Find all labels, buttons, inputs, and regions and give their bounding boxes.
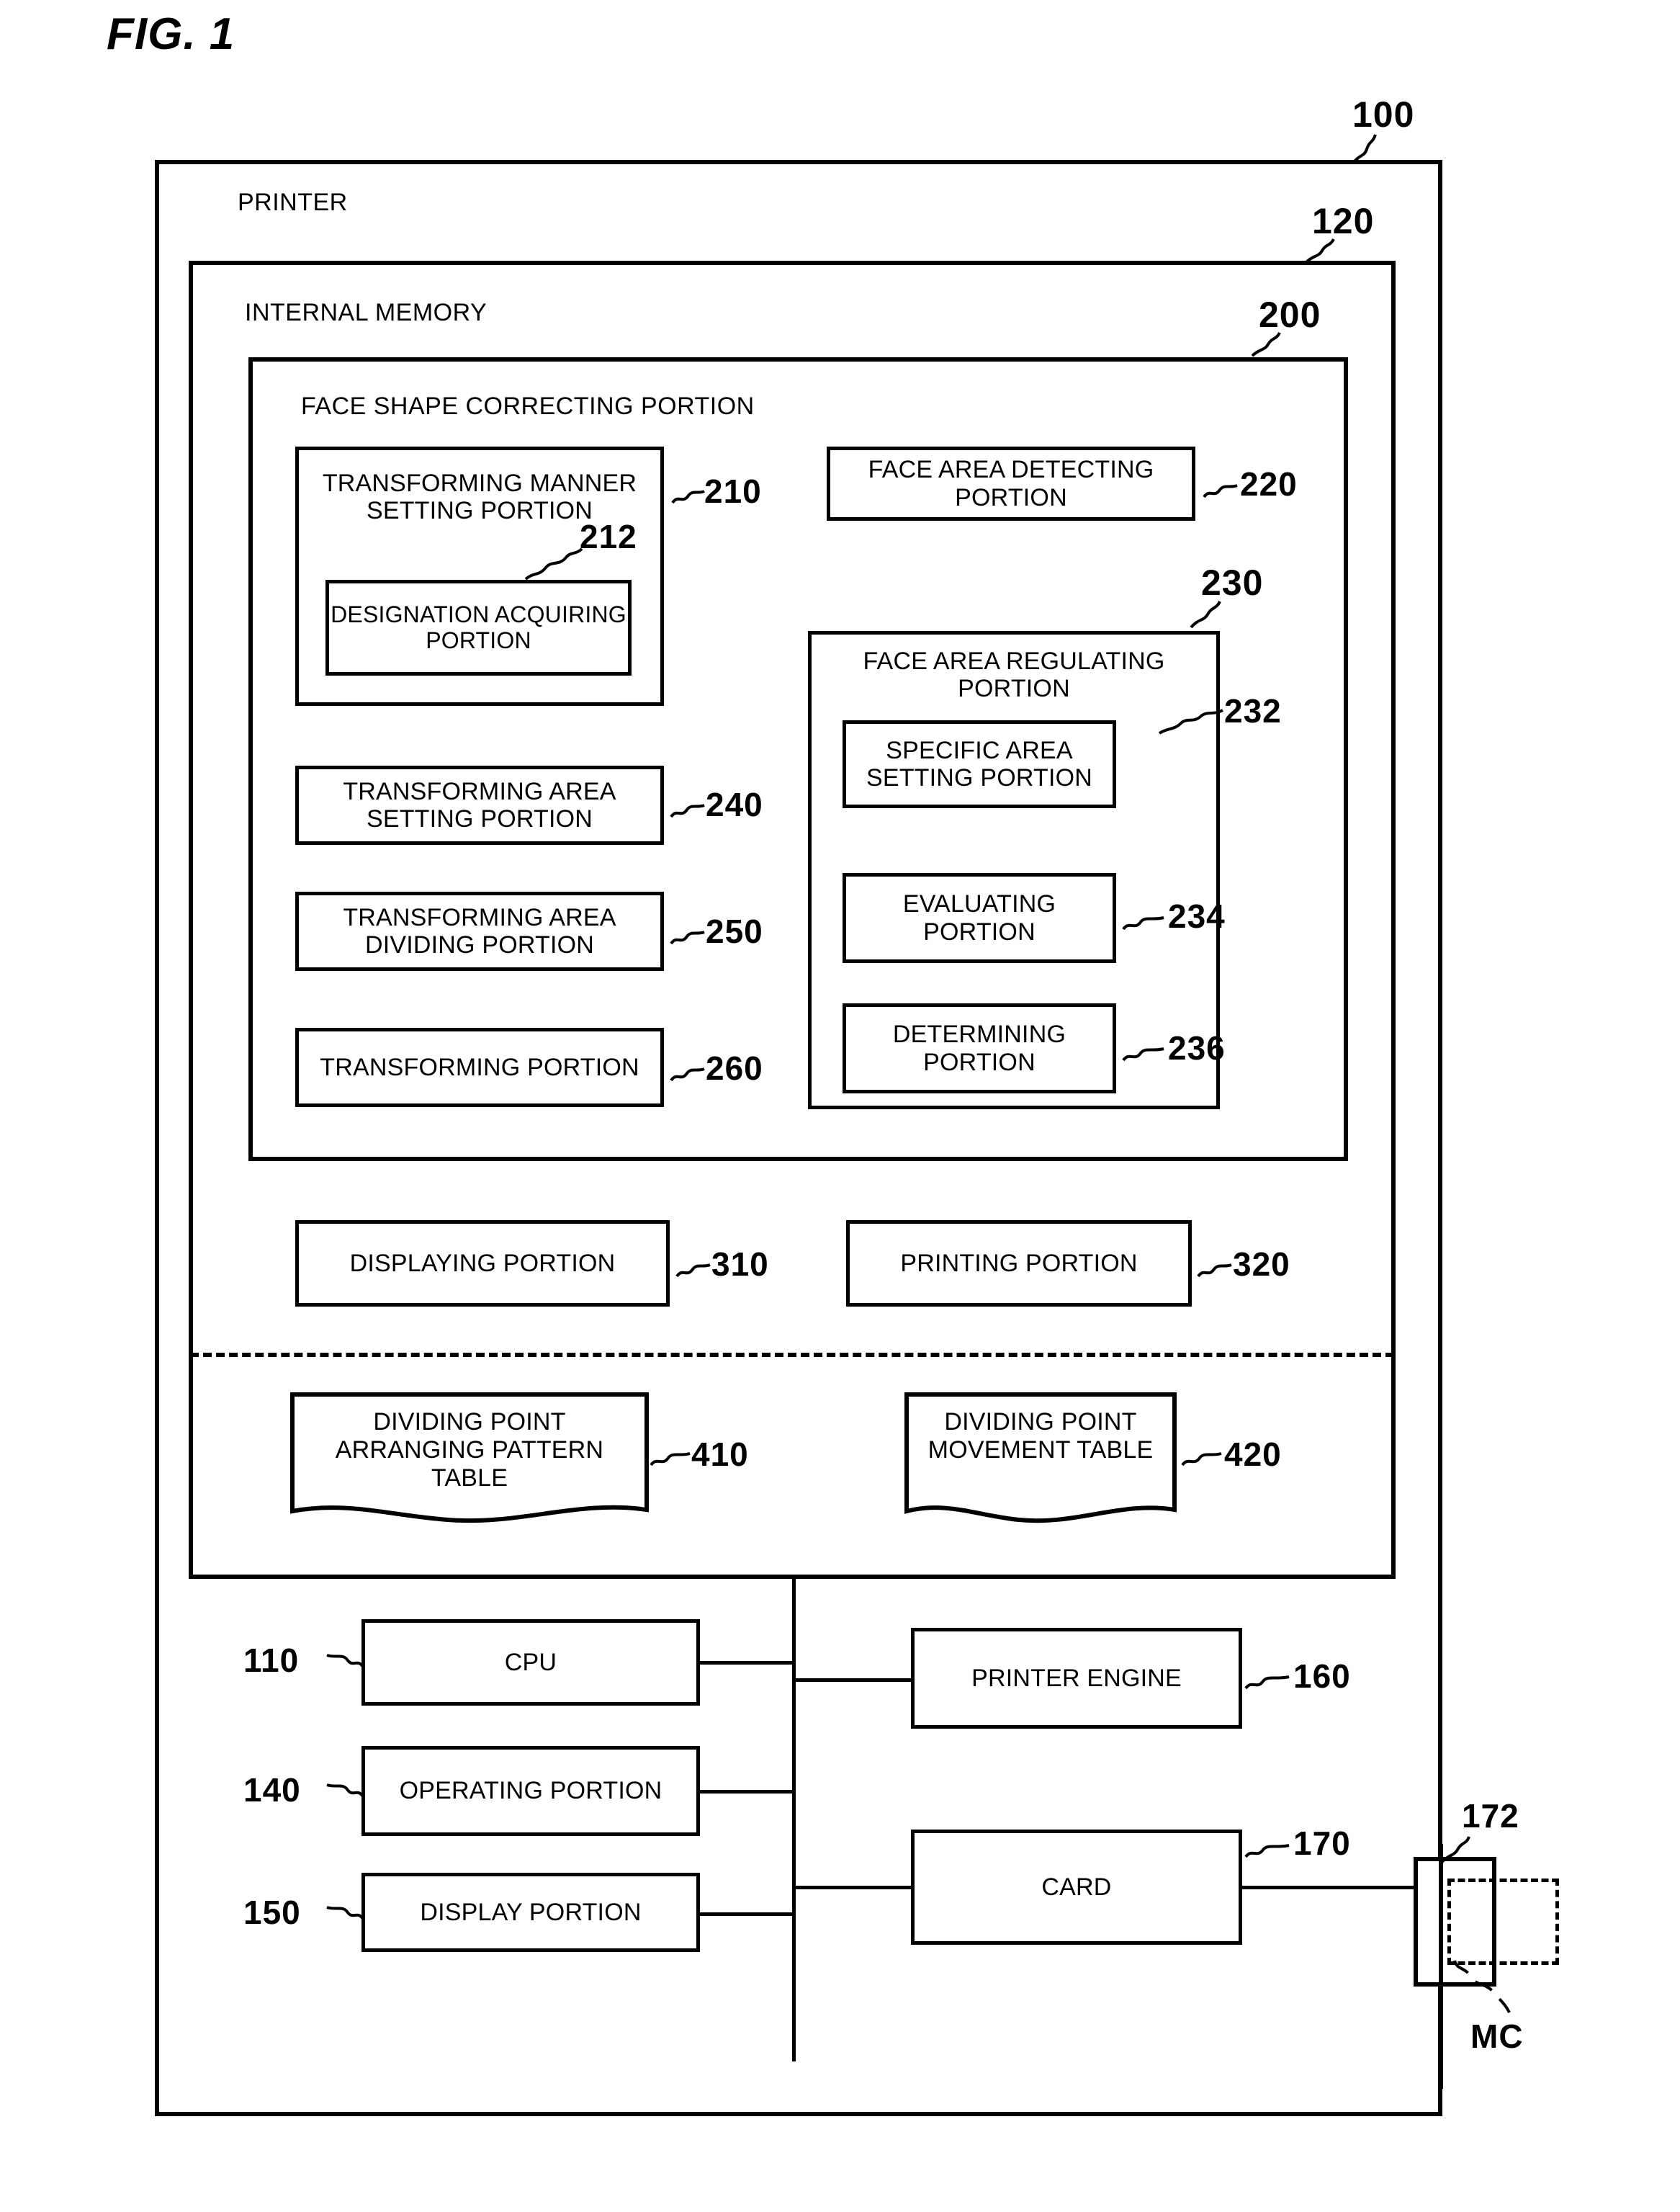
ref-410: 410 <box>691 1436 749 1473</box>
leader-310 <box>675 1261 713 1284</box>
printing-portion-label: PRINTING PORTION <box>900 1249 1138 1277</box>
printer-engine-bus-connector <box>792 1678 915 1682</box>
leader-mc <box>1452 1959 1514 2017</box>
transforming-area-dividing-portion-label: TRANSFORMING AREA DIVIDING PORTION <box>343 903 616 959</box>
designation-acquiring-portion-label: DESIGNATION ACQUIRING PORTION <box>331 601 626 653</box>
ref-200: 200 <box>1259 295 1321 335</box>
dividing-point-arranging-pattern-table-label: DIVIDING POINT ARRANGING PATTERN TABLE <box>335 1408 604 1492</box>
ref-220: 220 <box>1240 465 1298 503</box>
leader-160 <box>1244 1673 1292 1696</box>
ref-240: 240 <box>706 786 763 823</box>
ref-232: 232 <box>1224 692 1282 730</box>
card-label: CARD <box>1041 1873 1112 1901</box>
ref-210: 210 <box>704 473 762 510</box>
leader-320 <box>1197 1261 1234 1284</box>
leader-120 <box>1296 238 1341 268</box>
face-area-detecting-portion-label: FACE AREA DETECTING PORTION <box>868 456 1154 511</box>
ref-150: 150 <box>243 1894 301 1931</box>
cpu-bus-connector <box>698 1661 795 1665</box>
ref-250: 250 <box>706 913 763 950</box>
leader-170 <box>1244 1841 1292 1864</box>
figure-title: FIG. 1 <box>107 9 235 59</box>
leader-236 <box>1122 1044 1167 1067</box>
memory-card-label: MC <box>1470 2018 1524 2055</box>
ref-212: 212 <box>580 518 637 555</box>
ref-140: 140 <box>243 1771 301 1809</box>
leader-232 <box>1158 706 1224 736</box>
ref-236: 236 <box>1168 1029 1226 1067</box>
ref-260: 260 <box>706 1049 763 1087</box>
leader-410 <box>650 1449 693 1472</box>
patent-figure-1: FIG. 1 PRINTER 100 INTERNAL MEMORY 120 F… <box>0 0 1680 2212</box>
printer-engine-label: PRINTER ENGINE <box>971 1664 1182 1692</box>
card-bus-connector <box>792 1886 915 1889</box>
memory-card-dashed-outline <box>1447 1879 1559 1965</box>
leader-200 <box>1242 331 1287 362</box>
card-slot-connector <box>1240 1886 1420 1889</box>
leader-110 <box>325 1649 364 1673</box>
leader-260 <box>670 1065 707 1088</box>
ref-230: 230 <box>1201 563 1264 603</box>
leader-250 <box>670 928 707 951</box>
leader-100 <box>1341 133 1384 168</box>
printer-wall-overlay <box>1439 1844 1443 2089</box>
determining-portion-label: DETERMINING PORTION <box>892 1021 1066 1076</box>
leader-150 <box>325 1902 364 1925</box>
dividing-point-movement-table-label: DIVIDING POINT MOVEMENT TABLE <box>927 1408 1154 1464</box>
ref-420: 420 <box>1224 1436 1282 1473</box>
ref-120: 120 <box>1312 201 1375 241</box>
printer-label: PRINTER <box>238 189 348 216</box>
internal-memory-label: INTERNAL MEMORY <box>245 299 488 326</box>
ref-234: 234 <box>1168 897 1226 935</box>
system-bus <box>792 1577 796 2061</box>
leader-420 <box>1181 1449 1224 1472</box>
operating-portion-label: OPERATING PORTION <box>399 1777 662 1805</box>
leader-220 <box>1203 481 1240 504</box>
leader-140 <box>325 1779 364 1802</box>
face-shape-correcting-portion-label: FACE SHAPE CORRECTING PORTION <box>301 393 755 420</box>
ref-170: 170 <box>1293 1824 1351 1862</box>
leader-234 <box>1122 913 1167 936</box>
leader-210 <box>671 487 707 510</box>
ref-100: 100 <box>1352 94 1415 135</box>
transforming-portion-label: TRANSFORMING PORTION <box>320 1053 639 1081</box>
displaying-portion-label: DISPLAYING PORTION <box>349 1249 616 1277</box>
face-area-regulating-portion-label: FACE AREA REGULATING PORTION <box>863 647 1165 702</box>
cpu-label: CPU <box>504 1648 557 1676</box>
display-portion-label: DISPLAY PORTION <box>420 1898 642 1926</box>
ref-172: 172 <box>1462 1797 1519 1835</box>
internal-memory-divider <box>190 1353 1394 1357</box>
ref-110: 110 <box>243 1642 300 1679</box>
leader-212 <box>524 539 583 582</box>
operating-portion-bus-connector <box>698 1790 795 1794</box>
evaluating-portion-label: EVALUATING PORTION <box>902 890 1056 946</box>
ref-310: 310 <box>711 1245 769 1283</box>
display-portion-bus-connector <box>698 1912 795 1916</box>
leader-240 <box>670 801 707 824</box>
ref-320: 320 <box>1233 1245 1290 1283</box>
specific-area-setting-portion-label: SPECIFIC AREA SETTING PORTION <box>866 736 1093 792</box>
ref-160: 160 <box>1293 1657 1351 1695</box>
leader-230 <box>1181 600 1227 633</box>
transforming-area-setting-portion-label: TRANSFORMING AREA SETTING PORTION <box>343 777 616 833</box>
